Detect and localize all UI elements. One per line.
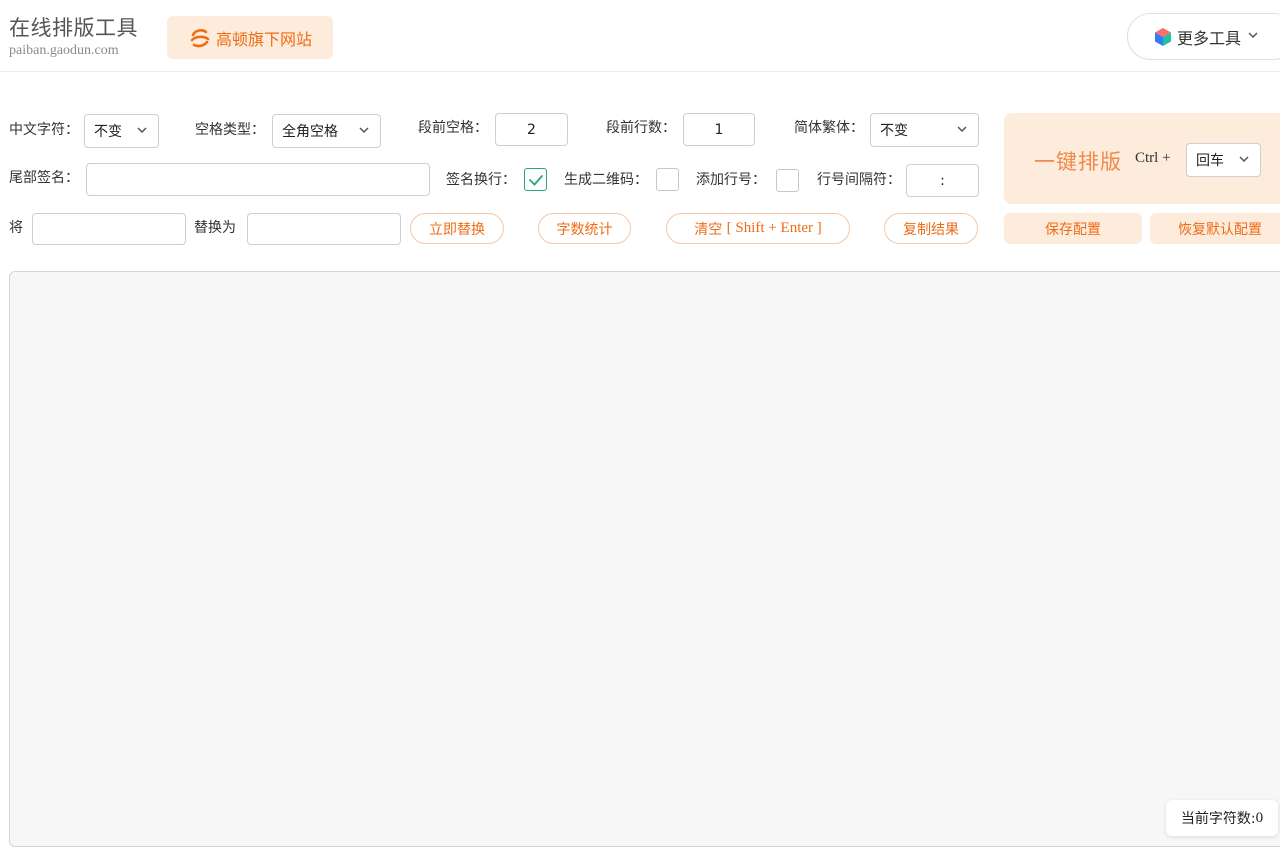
header: 在线排版工具 paiban.gaodun.com 高顿旗下网站 更多工具 xyxy=(0,0,1280,72)
simp-trad-label: 简体繁体： xyxy=(794,120,864,136)
restore-default-config-button[interactable]: 恢复默认配置 xyxy=(1150,213,1280,244)
onekey-panel: 一键排版 Ctrl + 回车 xyxy=(1004,113,1280,204)
chevron-down-icon xyxy=(359,127,369,134)
chevron-down-icon xyxy=(1247,29,1259,44)
replace-from-input[interactable] xyxy=(32,213,186,245)
line-numbers-checkbox[interactable] xyxy=(776,169,799,192)
chevron-down-icon xyxy=(957,126,967,133)
cube-icon xyxy=(1155,27,1171,46)
simp-trad-select[interactable]: 不变 xyxy=(870,113,979,147)
shortcut-key-value: 回车 xyxy=(1196,153,1224,169)
shortcut-key-select[interactable]: 回车 xyxy=(1186,143,1261,177)
replace-from-label: 将 xyxy=(9,220,23,236)
line-sep-label: 行号间隔符： xyxy=(817,172,901,188)
signature-label: 尾部签名： xyxy=(9,170,79,186)
qrcode-label: 生成二维码： xyxy=(564,172,648,188)
simp-trad-value: 不变 xyxy=(880,123,908,139)
onekey-format-button[interactable]: 一键排版 xyxy=(1034,146,1122,176)
replace-to-label: 替换为 xyxy=(194,220,236,236)
qrcode-checkbox[interactable] xyxy=(656,168,679,191)
para-lines-input[interactable] xyxy=(683,113,755,146)
checkmark-icon xyxy=(529,175,543,186)
save-config-button[interactable]: 保存配置 xyxy=(1004,213,1142,244)
signature-input[interactable] xyxy=(86,163,430,196)
brand-badge-label: 高顿旗下网站 xyxy=(215,29,312,49)
clear-button[interactable]: 清空 [ Shift + Enter ] xyxy=(666,213,850,244)
space-type-label: 空格类型： xyxy=(195,122,265,138)
para-spaces-label: 段前空格： xyxy=(418,120,488,136)
clear-button-label: 清空 xyxy=(694,221,727,238)
copy-result-button[interactable]: 复制结果 xyxy=(884,213,978,244)
word-count-button[interactable]: 字数统计 xyxy=(538,213,631,244)
chinese-chars-label: 中文字符： xyxy=(9,122,79,138)
ctrl-shortcut-label: Ctrl + xyxy=(1135,150,1171,166)
chevron-down-icon xyxy=(1239,156,1249,163)
space-type-select[interactable]: 全角空格 xyxy=(272,114,381,148)
char-count-value: 0 xyxy=(1255,809,1264,826)
gaodun-logo-icon xyxy=(190,28,210,47)
para-spaces-input[interactable] xyxy=(495,113,568,146)
char-count-badge: 当前字符数: 0 xyxy=(1166,800,1278,836)
line-sep-input[interactable] xyxy=(906,164,979,197)
replace-now-button[interactable]: 立即替换 xyxy=(410,213,504,244)
para-lines-label: 段前行数： xyxy=(606,120,676,136)
content-editor[interactable] xyxy=(9,271,1280,847)
chinese-chars-select[interactable]: 不变 xyxy=(84,114,159,148)
line-numbers-label: 添加行号： xyxy=(696,172,766,188)
chinese-chars-value: 不变 xyxy=(94,124,122,140)
sig-newline-label: 签名换行： xyxy=(446,172,516,188)
site-domain: paiban.gaodun.com xyxy=(9,43,119,58)
brand-badge-link[interactable]: 高顿旗下网站 xyxy=(167,16,333,59)
chevron-down-icon xyxy=(137,127,147,134)
site-title: 在线排版工具 xyxy=(9,16,138,40)
sig-newline-checkbox[interactable] xyxy=(524,168,547,191)
space-type-value: 全角空格 xyxy=(282,124,338,140)
replace-to-input[interactable] xyxy=(247,213,401,245)
char-count-label: 当前字符数: xyxy=(1180,811,1256,827)
more-tools-button[interactable]: 更多工具 xyxy=(1127,13,1280,60)
clear-button-shortcut: [ Shift + Enter ] xyxy=(726,220,822,236)
more-tools-label: 更多工具 xyxy=(1177,28,1242,48)
